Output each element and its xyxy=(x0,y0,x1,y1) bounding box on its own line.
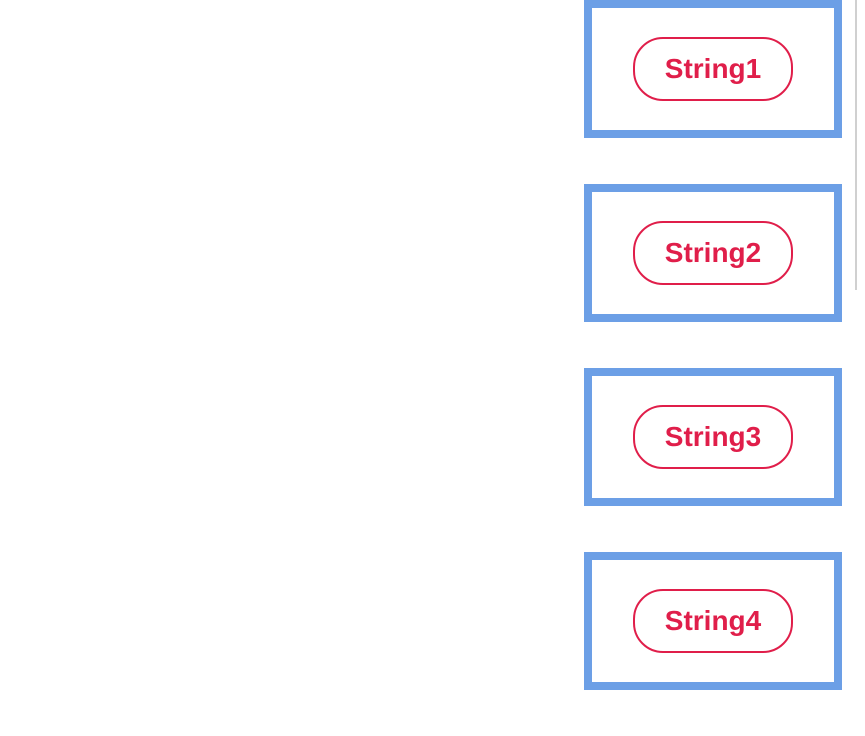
item-card[interactable]: String1 xyxy=(584,0,842,138)
item-card[interactable]: String2 xyxy=(584,184,842,322)
item-badge: String1 xyxy=(633,37,793,101)
item-label: String4 xyxy=(665,605,761,636)
item-badge: String2 xyxy=(633,221,793,285)
scrollbar-track[interactable] xyxy=(855,0,865,290)
item-label: String1 xyxy=(665,53,761,84)
item-card[interactable]: String4 xyxy=(584,552,842,690)
item-card[interactable]: String3 xyxy=(584,368,842,506)
item-badge: String4 xyxy=(633,589,793,653)
item-label: String3 xyxy=(665,421,761,452)
item-list: String1 String2 String3 String4 xyxy=(584,0,865,736)
item-badge: String3 xyxy=(633,405,793,469)
item-label: String2 xyxy=(665,237,761,268)
